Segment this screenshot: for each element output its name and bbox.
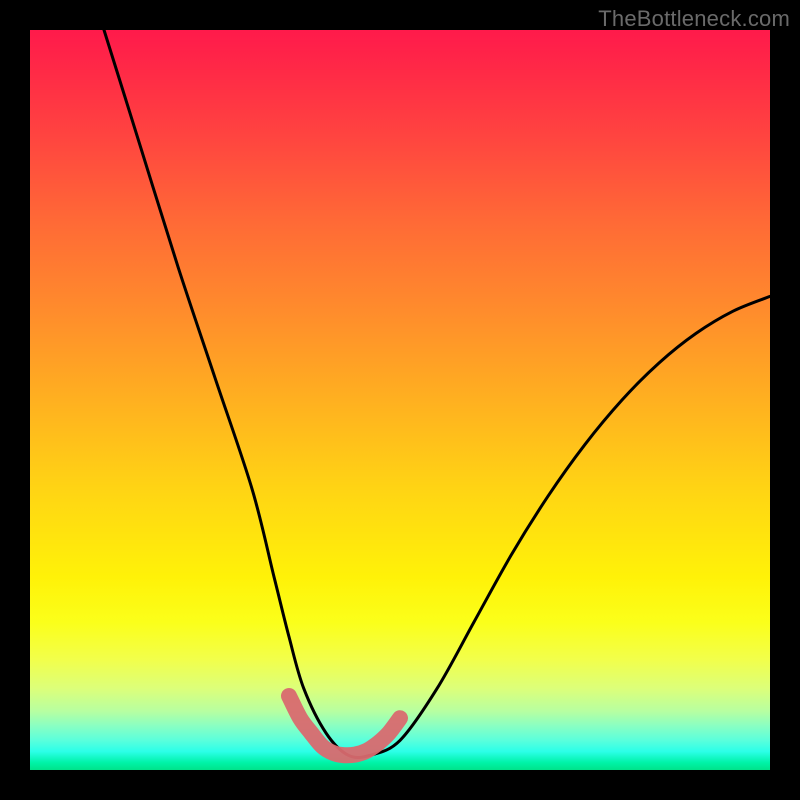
plot-area	[30, 30, 770, 770]
trough-highlight	[289, 696, 400, 755]
chart-frame: TheBottleneck.com	[0, 0, 800, 800]
watermark-text: TheBottleneck.com	[598, 6, 790, 32]
bottleneck-curve	[104, 30, 770, 758]
curve-layer	[30, 30, 770, 770]
